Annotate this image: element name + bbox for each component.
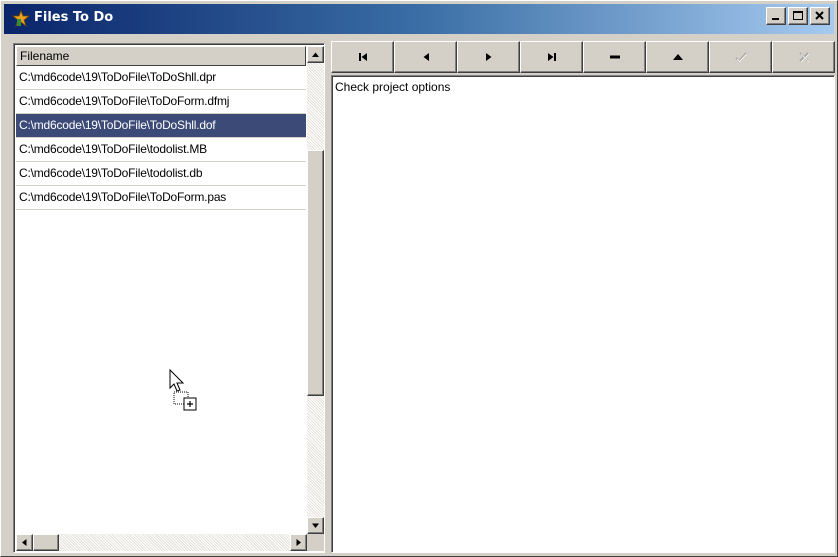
file-list[interactable]: Filename C:\md6code\19\ToDoFile\ToDoShll… [13, 43, 325, 553]
list-item[interactable]: C:\md6code\19\ToDoFile\ToDoForm.dfmj [16, 90, 306, 114]
arrow-left-icon [22, 539, 27, 546]
list-item-selected[interactable]: C:\md6code\19\ToDoFile\ToDoShll.dof [16, 114, 306, 138]
column-header-filename[interactable]: Filename [16, 46, 306, 66]
caption-buttons [764, 7, 830, 25]
scroll-right-button[interactable] [290, 534, 307, 551]
edit-record-button[interactable] [646, 41, 709, 73]
minimize-icon [772, 18, 779, 20]
description-memo[interactable]: Check project options [331, 75, 835, 553]
app-icon [12, 10, 30, 28]
drag-copy-cursor-icon [169, 368, 197, 411]
prior-record-icon [423, 53, 429, 61]
window-title: Files To Do [34, 10, 114, 25]
next-record-button[interactable] [457, 41, 520, 73]
maximize-icon [793, 11, 803, 20]
db-navigator [331, 41, 835, 73]
main-window: Files To Do Filename C:\md6code\19\ToDoF… [0, 0, 838, 557]
cancel-record-icon [798, 52, 809, 63]
delete-record-button[interactable] [583, 41, 646, 73]
file-list-rows: C:\md6code\19\ToDoFile\ToDoShll.dpr C:\m… [16, 66, 306, 210]
prior-record-button[interactable] [394, 41, 457, 73]
cancel-record-button[interactable] [772, 41, 835, 73]
title-bar[interactable]: Files To Do [4, 4, 834, 34]
horizontal-scroll-thumb[interactable] [33, 534, 59, 551]
last-record-button[interactable] [520, 41, 583, 73]
minimize-button[interactable] [766, 7, 786, 25]
list-item[interactable]: C:\md6code\19\ToDoFile\todolist.db [16, 162, 306, 186]
edit-record-icon [672, 54, 683, 60]
post-record-icon [734, 52, 747, 63]
maximize-button[interactable] [788, 7, 808, 25]
list-item[interactable]: C:\md6code\19\ToDoFile\todolist.MB [16, 138, 306, 162]
close-icon [815, 11, 824, 20]
scroll-down-button[interactable] [307, 517, 324, 534]
scroll-corner [307, 534, 324, 551]
scroll-left-button[interactable] [16, 534, 33, 551]
list-item[interactable]: C:\md6code\19\ToDoFile\ToDoForm.pas [16, 186, 306, 210]
first-record-button[interactable] [331, 41, 394, 73]
memo-text: Check project options [335, 80, 451, 94]
last-record-icon [547, 53, 556, 61]
vertical-scrollbar[interactable] [307, 46, 324, 534]
first-record-icon [358, 53, 367, 61]
arrow-right-icon [296, 539, 301, 546]
arrow-down-icon [312, 523, 319, 528]
horizontal-scrollbar[interactable] [16, 534, 307, 551]
vertical-scroll-thumb[interactable] [307, 150, 324, 396]
post-record-button[interactable] [709, 41, 772, 73]
delete-record-icon [609, 55, 620, 59]
list-item[interactable]: C:\md6code\19\ToDoFile\ToDoShll.dpr [16, 66, 306, 90]
close-button[interactable] [810, 7, 830, 25]
next-record-icon [485, 53, 491, 61]
arrow-up-icon [312, 52, 319, 57]
scroll-up-button[interactable] [307, 46, 324, 63]
